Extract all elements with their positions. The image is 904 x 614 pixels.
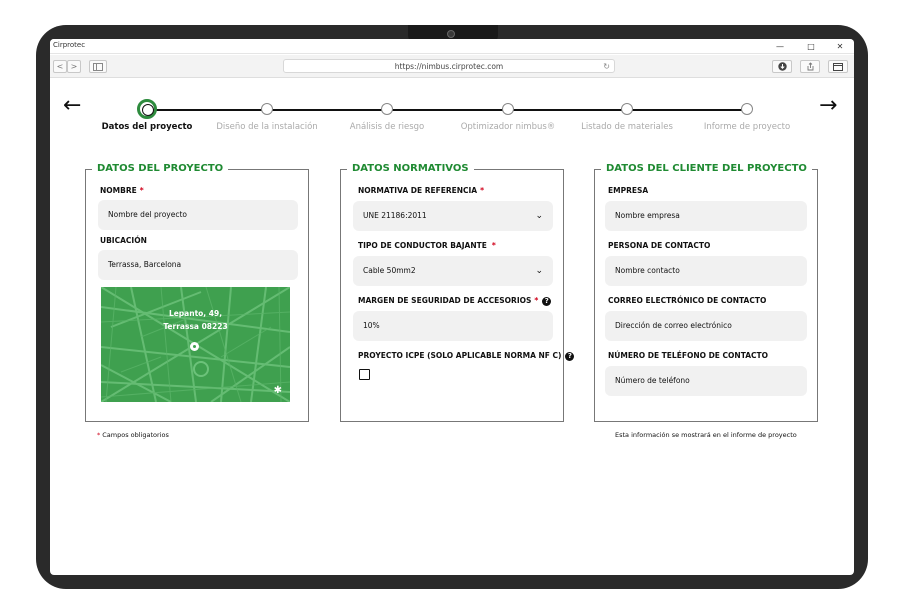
normative-panel-title: DATOS NORMATIVOS	[347, 163, 474, 174]
phone-label: NÚMERO DE TELÉFONO DE CONTACTO	[608, 351, 769, 360]
map-address-line2: Terrassa 08223	[163, 322, 228, 331]
conductor-label: TIPO DE CONDUCTOR BAJANTE *	[358, 241, 496, 250]
project-name-input[interactable]: Nombre del proyecto	[98, 200, 298, 230]
browser-toolbar: < > https://nimbus.cirprotec.com ↻	[50, 55, 854, 78]
margin-label-text: MARGEN DE SEGURIDAD DE ACCESORIOS	[358, 296, 532, 305]
conductor-label-text: TIPO DE CONDUCTOR BAJANTE	[358, 241, 487, 250]
help-icon[interactable]: ?	[565, 351, 575, 361]
step-dot-diseno[interactable]	[261, 103, 273, 115]
reference-label: NORMATIVA DE REFERENCIA *	[358, 186, 484, 195]
step-label-analisis[interactable]: Análisis de riesgo	[327, 122, 447, 132]
back-button[interactable]: <	[53, 60, 67, 73]
step-dot-analisis[interactable]	[381, 103, 393, 115]
icpe-label-text: PROYECTO ICPE (SOLO APLICABLE NORMA NF C…	[358, 351, 562, 360]
icpe-checkbox[interactable]	[359, 369, 370, 380]
reload-icon[interactable]: ↻	[603, 60, 610, 73]
step-dot-listado[interactable]	[621, 103, 633, 115]
app-title: Cirprotec	[53, 41, 86, 49]
client-panel-title: DATOS DEL CLIENTE DEL PROYECTO	[601, 163, 812, 174]
normative-data-panel: DATOS NORMATIVOS NORMATIVA DE REFERENCIA…	[340, 163, 575, 422]
phone-input[interactable]: Número de teléfono	[605, 366, 807, 396]
step-dot-datos-proyecto[interactable]	[137, 99, 157, 119]
reference-select[interactable]: UNE 21186:2011 ⌄	[353, 201, 553, 231]
stepper-track	[146, 109, 748, 111]
required-star: *	[491, 241, 496, 250]
location-value: Terrassa, Barcelona	[108, 260, 182, 269]
location-map[interactable]: Lepanto, 49, Terrassa 08223 ✱	[101, 287, 290, 402]
required-star: *	[534, 296, 539, 305]
next-step-arrow-icon[interactable]: →	[819, 95, 837, 117]
name-label-text: NOMBRE	[100, 186, 137, 195]
project-data-panel: DATOS DEL PROYECTO NOMBRE * Nombre del pr…	[85, 163, 309, 422]
step-dot-optimizador[interactable]	[502, 103, 514, 115]
company-label: EMPRESA	[608, 186, 649, 195]
company-value: Nombre empresa	[615, 211, 680, 220]
minimize-button[interactable]: —	[770, 39, 790, 54]
url-text: https://nimbus.cirprotec.com	[394, 62, 504, 71]
forward-button[interactable]: >	[67, 60, 81, 73]
step-label-datos-proyecto[interactable]: Datos del proyecto	[87, 122, 207, 132]
tablet-frame: Cirprotec — □ ✕ < > https://nimbus.cirpr…	[36, 25, 868, 589]
conductor-select[interactable]: Cable 50mm2 ⌄	[353, 256, 553, 286]
step-label-diseno[interactable]: Diseño de la instalación	[207, 122, 327, 132]
icpe-label: PROYECTO ICPE (SOLO APLICABLE NORMA NF C…	[358, 351, 575, 361]
email-label: CORREO ELECTRÓNICO DE CONTACTO	[608, 296, 767, 305]
map-address-line1: Lepanto, 49,	[168, 309, 223, 318]
project-name-value: Nombre del proyecto	[108, 210, 187, 219]
required-note: * Campos obligatorios	[97, 431, 169, 439]
contact-input[interactable]: Nombre contacto	[605, 256, 807, 286]
required-star: *	[97, 431, 101, 439]
project-panel-title: DATOS DEL PROYECTO	[92, 163, 229, 174]
conductor-value: Cable 50mm2	[363, 266, 416, 275]
tabs-icon[interactable]	[828, 60, 848, 73]
help-icon[interactable]: ?	[542, 296, 552, 306]
close-button[interactable]: ✕	[830, 39, 850, 54]
chevron-down-icon: ⌄	[535, 211, 543, 221]
window-titlebar: Cirprotec — □ ✕	[50, 39, 854, 54]
required-note-text: Campos obligatorios	[102, 431, 169, 439]
margin-input[interactable]: 10%	[353, 311, 553, 341]
share-icon[interactable]	[800, 60, 820, 73]
step-dot-informe[interactable]	[741, 103, 753, 115]
location-input[interactable]: Terrassa, Barcelona	[98, 250, 298, 280]
reference-value: UNE 21186:2011	[363, 211, 427, 220]
name-label: NOMBRE *	[100, 186, 144, 195]
step-label-optimizador[interactable]: Optimizador nimbus®	[448, 122, 568, 132]
gear-icon[interactable]: ✱	[274, 385, 282, 396]
step-label-informe[interactable]: Informe de proyecto	[687, 122, 807, 132]
client-data-panel: DATOS DEL CLIENTE DEL PROYECTO EMPRESA N…	[594, 163, 818, 422]
download-icon[interactable]	[772, 60, 792, 73]
contact-label: PERSONA DE CONTACTO	[608, 241, 711, 250]
contact-value: Nombre contacto	[615, 266, 680, 275]
prev-step-arrow-icon[interactable]: ←	[63, 95, 81, 117]
location-label: UBICACIÓN	[100, 236, 147, 245]
email-value: Dirección de correo electrónico	[615, 321, 732, 330]
required-star: *	[139, 186, 144, 195]
margin-value: 10%	[363, 321, 380, 330]
map-address: Lepanto, 49, Terrassa 08223	[101, 307, 290, 333]
map-pin-icon[interactable]	[190, 342, 199, 351]
company-input[interactable]: Nombre empresa	[605, 201, 807, 231]
screen: Cirprotec — □ ✕ < > https://nimbus.cirpr…	[50, 39, 854, 575]
step-label-listado[interactable]: Listado de materiales	[567, 122, 687, 132]
phone-value: Número de teléfono	[615, 376, 690, 385]
client-info-note: Esta información se mostrará en el infor…	[615, 431, 797, 439]
chevron-down-icon: ⌄	[535, 266, 543, 276]
email-input[interactable]: Dirección de correo electrónico	[605, 311, 807, 341]
margin-label: MARGEN DE SEGURIDAD DE ACCESORIOS *?	[358, 296, 552, 306]
maximize-button[interactable]: □	[801, 39, 821, 54]
sidebar-toggle-icon[interactable]	[89, 60, 107, 73]
address-bar[interactable]: https://nimbus.cirprotec.com ↻	[283, 59, 615, 73]
required-star: *	[480, 186, 485, 195]
reference-label-text: NORMATIVA DE REFERENCIA	[358, 186, 478, 195]
camera-icon	[447, 30, 455, 38]
